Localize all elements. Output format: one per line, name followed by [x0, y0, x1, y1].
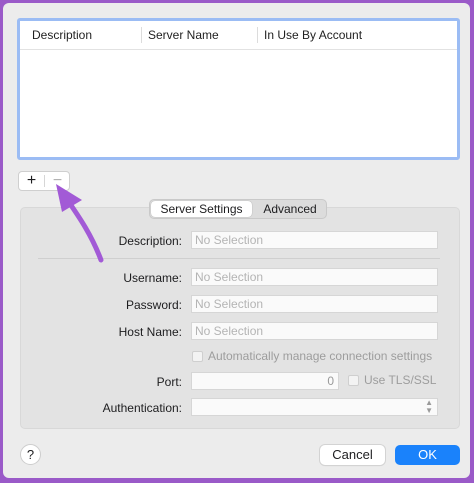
annotation-arrow-icon: [56, 184, 104, 263]
